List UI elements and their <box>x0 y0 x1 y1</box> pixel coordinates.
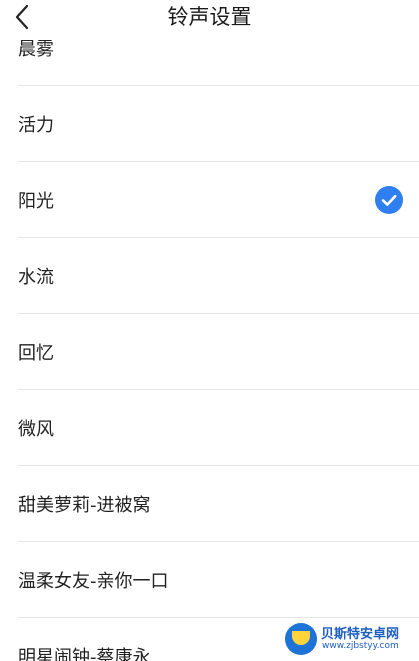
ringtone-item-weifeng[interactable]: 微风 <box>18 390 419 466</box>
ringtone-item-huoli[interactable]: 活力 <box>18 86 419 162</box>
ringtone-item-wenrou-nvyou[interactable]: 温柔女友-亲你一口 <box>18 542 419 618</box>
ringtone-label: 活力 <box>18 114 54 136</box>
ringtone-label: 回忆 <box>18 342 54 364</box>
ringtone-label: 晨雾 <box>18 39 54 60</box>
ringtone-item-tianmei-luoli[interactable]: 甜美萝莉-进被窝 <box>18 466 419 542</box>
back-button[interactable] <box>10 2 38 32</box>
ringtone-item-huiyi[interactable]: 回忆 <box>18 314 419 390</box>
ringtone-label: 微风 <box>18 418 54 440</box>
ringtone-list: 晨雾 活力 阳光 水流 回忆 微风 甜美萝莉-进被窝 温柔女友-亲你一口 明星闹… <box>0 10 419 661</box>
ringtone-item-shuiliu[interactable]: 水流 <box>18 238 419 314</box>
ringtone-settings-page: 晨雾 活力 阳光 水流 回忆 微风 甜美萝莉-进被窝 温柔女友-亲你一口 明星闹… <box>0 0 419 661</box>
chevron-left-icon <box>15 4 29 30</box>
page-title: 铃声设置 <box>167 5 252 29</box>
ringtone-label: 温柔女友-亲你一口 <box>18 570 169 592</box>
top-bar: 铃声设置 <box>0 0 419 34</box>
ringtone-label: 甜美萝莉-进被窝 <box>18 494 151 516</box>
ringtone-label: 水流 <box>18 266 54 288</box>
ringtone-label: 明星闹钟-蔡康永 <box>18 646 151 661</box>
selected-check-icon <box>375 185 403 214</box>
ringtone-item-yangguang[interactable]: 阳光 <box>18 162 419 238</box>
ringtone-label: 阳光 <box>18 190 54 212</box>
ringtone-item-mingxing-naozhong[interactable]: 明星闹钟-蔡康永 <box>18 618 419 661</box>
